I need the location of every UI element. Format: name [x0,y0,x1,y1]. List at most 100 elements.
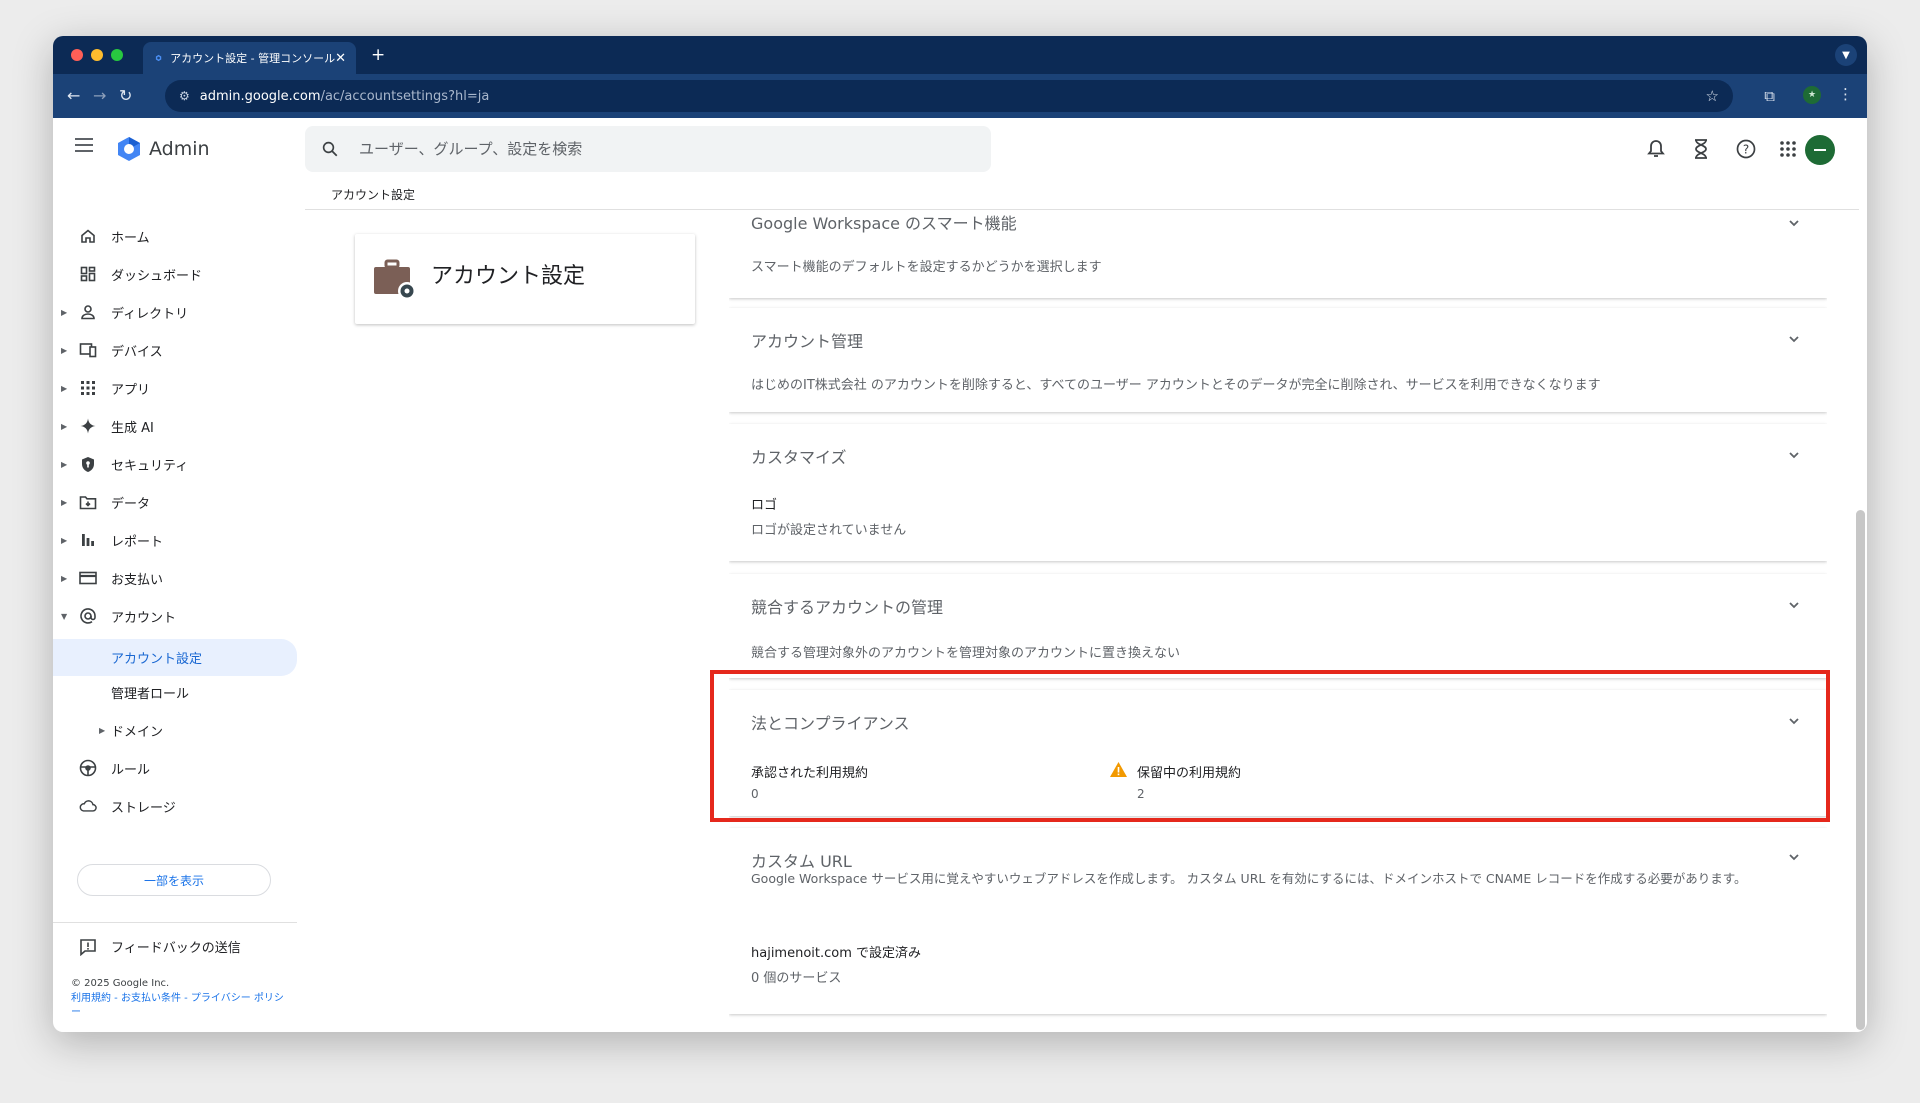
search-bar[interactable] [305,126,991,172]
sidebar-item-label: 生成 AI [111,420,154,436]
browser-profile-avatar[interactable]: ★ [1803,86,1821,104]
forward-icon[interactable]: → [93,86,106,105]
sidebar-item-account-settings[interactable]: アカウント設定 [53,639,297,676]
collapse-caret-icon[interactable]: ▼ [61,612,67,621]
address-bar[interactable]: ⚙ admin.google.com/ac/accountsettings?hl… [165,80,1733,112]
rules-icon [79,759,97,777]
expand-caret-icon[interactable]: ▶ [61,346,67,355]
expand-caret-icon[interactable]: ▶ [61,422,67,431]
apps-icon [79,379,97,397]
panel-description: はじめのIT株式会社 のアカウントを削除すると、すべてのユーザー アカウントとそ… [751,378,1601,393]
extensions-icon[interactable]: ⧉ [1764,87,1775,105]
sidebar-item-apps[interactable]: ▶ アプリ [53,373,297,403]
sidebar-divider [53,922,297,923]
sidebar-item-gen-ai[interactable]: ▶ 生成 AI [53,411,297,441]
tasks-hourglass-icon[interactable] [1690,138,1712,160]
panel-conflicting-accounts[interactable]: 競合するアカウントの管理 競合する管理対象外のアカウントを管理対象のアカウントに… [729,574,1827,678]
cloud-icon [79,797,97,815]
devices-icon [79,341,97,359]
notifications-icon[interactable] [1645,138,1667,160]
sidebar-item-label: ルール [111,762,151,778]
sidebar: ホーム ダッシュボード ▶ ディレクトリ ▶ デバイス ▶ アプリ ▶ 生成 A… [53,182,297,1032]
custom-url-services: 0 個のサービス [751,971,842,986]
help-icon[interactable]: ? [1735,138,1757,160]
sparkle-icon [79,417,97,435]
tab-search-button[interactable]: ▼ [1835,44,1857,66]
account-settings-title: アカウント設定 [431,264,586,289]
sidebar-item-security[interactable]: ▶ セキュリティ [53,449,297,479]
at-icon [79,607,97,625]
sidebar-item-label: アカウント設定 [111,652,203,667]
site-info-icon[interactable]: ⚙ [179,89,190,103]
sidebar-item-domains[interactable]: ▶ ドメイン [53,715,297,745]
expand-caret-icon[interactable]: ▶ [61,498,67,507]
chevron-down-icon[interactable] [1787,448,1801,462]
sidebar-item-storage[interactable]: ストレージ [53,791,297,821]
sidebar-item-devices[interactable]: ▶ デバイス [53,335,297,365]
panel-account-management[interactable]: アカウント管理 はじめのIT株式会社 のアカウントを削除すると、すべてのユーザー… [729,308,1827,412]
expand-caret-icon[interactable]: ▶ [61,536,67,545]
panel-custom-url[interactable]: カスタム URL Google Workspace サービス用に覚えやすいウェブ… [729,828,1827,1014]
feedback-icon [80,938,96,956]
close-window-button[interactable] [71,49,83,61]
panel-smart-features[interactable]: Google Workspace のスマート機能 スマート機能のデフォルトを設定… [729,210,1827,298]
sidebar-item-dashboard[interactable]: ダッシュボード [53,259,297,289]
browser-window: アカウント設定 - 管理コンソール ✕ + ▼ ← → ↻ ⚙ admin.go… [53,36,1867,1032]
sidebar-item-data[interactable]: ▶ データ [53,487,297,517]
expand-caret-icon[interactable]: ▶ [99,726,105,735]
main-menu-icon[interactable] [75,138,93,156]
minimize-window-button[interactable] [91,49,103,61]
new-tab-button[interactable]: + [371,45,385,65]
browser-menu-icon[interactable]: ⋮ [1838,85,1853,103]
close-tab-icon[interactable]: ✕ [335,51,346,66]
tab-title: アカウント設定 - 管理コンソール [170,52,336,65]
google-apps-icon[interactable] [1777,138,1799,160]
show-less-button[interactable]: 一部を表示 [77,864,271,896]
chevron-down-icon[interactable] [1787,598,1801,612]
sidebar-item-label: アプリ [111,382,151,398]
send-feedback-link[interactable]: フィードバックの送信 [79,937,241,956]
expand-caret-icon[interactable]: ▶ [61,384,67,393]
bar-chart-icon [79,531,97,549]
app-name: Admin [149,138,210,160]
chevron-down-icon[interactable] [1787,216,1801,230]
sidebar-item-directory[interactable]: ▶ ディレクトリ [53,297,297,327]
account-avatar[interactable] [1805,135,1835,165]
sidebar-item-label: レポート [111,534,164,550]
reload-icon[interactable]: ↻ [119,86,132,105]
back-icon[interactable]: ← [67,86,80,105]
panel-customize[interactable]: カスタマイズ ロゴ ロゴが設定されていません [729,424,1827,561]
expand-caret-icon[interactable]: ▶ [61,308,67,317]
url-host: admin.google.com [199,88,321,104]
shield-icon [79,455,97,473]
maximize-window-button[interactable] [111,49,123,61]
sidebar-item-billing[interactable]: ▶ お支払い [53,563,297,593]
search-input[interactable] [357,139,921,159]
sidebar-item-label: ディレクトリ [111,306,189,322]
sidebar-item-home[interactable]: ホーム [53,221,297,251]
bookmark-star-icon[interactable]: ☆ [1706,87,1719,105]
page-scrollbar[interactable] [1856,510,1865,1030]
sidebar-item-admin-roles[interactable]: 管理者ロール [53,677,297,707]
admin-header: Admin ? [53,118,1867,182]
panel-title: 競合するアカウントの管理 [751,598,944,617]
browser-tab[interactable]: アカウント設定 - 管理コンソール ✕ [143,42,356,74]
expand-caret-icon[interactable]: ▶ [61,460,67,469]
sidebar-item-reports[interactable]: ▶ レポート [53,525,297,555]
legal-links[interactable]: 利用規約 - お支払い条件 - プライバシー ポリシー [71,992,291,1020]
chevron-down-icon[interactable] [1787,850,1801,864]
panel-title: Google Workspace のスマート機能 [751,214,1017,233]
sidebar-item-label: データ [111,496,151,512]
sidebar-item-label: ホーム [111,230,150,246]
sidebar-item-label: ダッシュボード [111,268,203,284]
dashboard-icon [79,265,97,283]
sidebar-item-account[interactable]: ▼ アカウント [53,601,297,631]
panel-title: アカウント管理 [751,332,864,351]
chevron-down-icon[interactable] [1787,332,1801,346]
breadcrumb: アカウント設定 [331,188,416,202]
sidebar-item-rules[interactable]: ルール [53,753,297,783]
admin-logo-icon [118,137,140,161]
sidebar-item-label: デバイス [111,344,163,360]
expand-caret-icon[interactable]: ▶ [61,574,67,583]
admin-logo[interactable]: Admin [115,135,210,163]
